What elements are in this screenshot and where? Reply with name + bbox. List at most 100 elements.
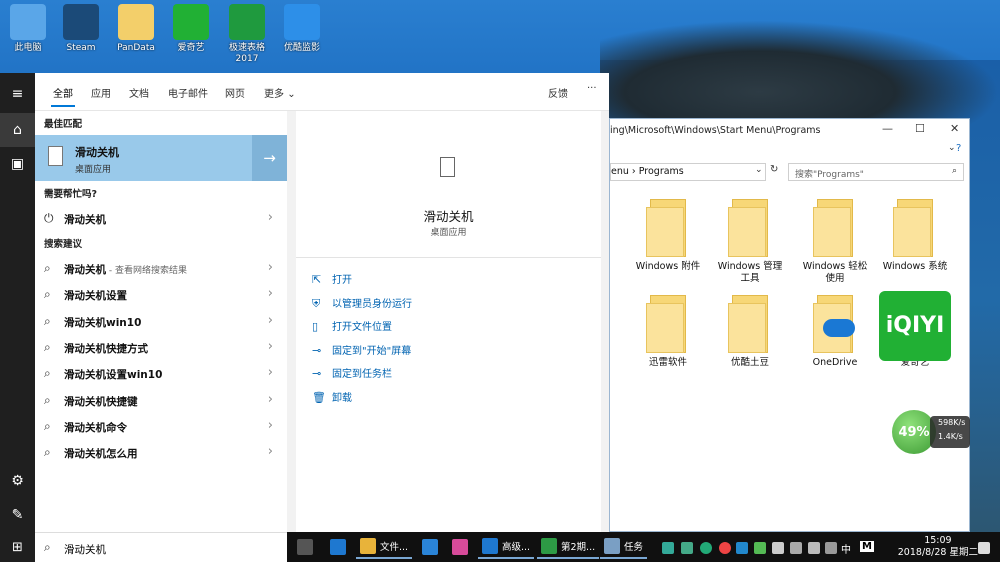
detail-action[interactable]: ⊸ 固定到"开始"屏幕 [312,342,411,357]
feedback-link[interactable]: 反馈 [548,85,568,100]
detail-action[interactable]: ⛨ 以管理员身份运行 [312,295,412,311]
detail-action[interactable]: ▯ 打开文件位置 [312,318,392,333]
windows-start-icon[interactable]: ⊞ [0,532,35,562]
taskbar-item[interactable]: 文件... [356,535,413,559]
search-icon: ⌕ [44,287,51,302]
tray-security-icon[interactable] [736,542,748,554]
settings-gear-icon[interactable]: ⚙ [0,464,35,498]
taskbar-item[interactable] [418,535,446,559]
document-icon [440,157,455,177]
chevron-right-icon[interactable]: › [268,392,273,407]
suggestion-item[interactable]: ⌕ 滑动关机设置win10 › [35,360,287,386]
taskbar-item[interactable]: 任务 [600,535,648,559]
suggestion-item[interactable]: ⌕ 滑动关机 - 查看网络搜索结果 › [35,255,287,281]
suggestion-item[interactable]: ⌕ 滑动关机命令 › [35,413,287,439]
chevron-down-icon: ⌄ [287,89,296,100]
network-speed-widget[interactable]: 49% 598K/s 1.4K/s [890,410,970,454]
tray-app-icon[interactable] [662,542,674,554]
battery-icon[interactable] [825,542,837,554]
desktop-icon-label: 优酷监影 [283,43,320,53]
chevron-right-icon[interactable]: › [268,339,273,354]
best-match-item[interactable]: 滑动关机 桌面应用 → [35,135,287,181]
close-icon[interactable]: ✕ [950,122,959,135]
chevron-right-icon[interactable]: › [268,444,273,459]
chevron-right-icon[interactable]: › [268,210,273,225]
taskbar-item-label: 高级... [502,542,531,553]
explorer-item[interactable]: 迅雷软件 [628,295,708,369]
suggestion-hint: - 查看网络搜索结果 [106,266,187,276]
folder-icon [118,4,154,40]
desktop-icon[interactable]: 爱奇艺 [163,2,219,54]
tab-more[interactable]: 更多 ⌄ [264,85,296,100]
chevron-right-icon[interactable]: › [268,313,273,328]
feedback-hub-icon[interactable]: ✎ [0,498,35,532]
detail-action[interactable]: ⊸ 固定到任务栏 [312,365,392,380]
taskbar-item[interactable]: 高级... [478,535,535,559]
notebook-icon[interactable]: ▣ [0,147,35,181]
explorer-item-label: 优酷土豆 [730,357,769,368]
tab-email[interactable]: 电子邮件 [168,85,208,100]
explorer-item[interactable]: Windows 系统 [875,199,955,273]
suggestion-text: 滑动关机设置win10 [64,369,163,382]
explorer-item[interactable]: 优酷土豆 [710,295,790,369]
iqiyi-icon [173,4,209,40]
chevron-right-icon[interactable]: › [268,365,273,380]
hamburger-menu-icon[interactable]: ≡ [0,77,35,111]
tray-app-icon[interactable] [719,542,731,554]
tab-apps[interactable]: 应用 [91,85,111,100]
volume-icon[interactable] [808,542,820,554]
minimize-icon[interactable]: — [882,122,893,135]
suggestion-item[interactable]: ⌕ 滑动关机怎么用 › [35,439,287,465]
pin-icon: ⊸ [312,343,322,357]
clock[interactable]: 15:09 2018/8/28 星期二 [898,535,978,559]
suggestion-item[interactable]: ⌕ 滑动关机win10 › [35,308,287,334]
explorer-item[interactable]: iQIYI 爱奇艺 [875,291,955,369]
chevron-right-icon[interactable]: › [268,418,273,433]
suggestion-item[interactable]: ⌕ 滑动关机快捷键 › [35,387,287,413]
chevron-right-icon[interactable]: › [268,286,273,301]
tray-app-icon[interactable] [681,542,693,554]
tab-documents[interactable]: 文档 [129,85,149,100]
more-options-icon[interactable]: ··· [587,83,597,94]
network-icon[interactable] [790,542,802,554]
explorer-item[interactable]: Windows 轻松 使用 [795,199,875,285]
help-icon[interactable]: ? [956,143,961,154]
explorer-item[interactable]: OneDrive [795,295,875,369]
tray-app-icon[interactable] [700,542,712,554]
search-input[interactable]: 滑动关机 [64,542,106,557]
desktop-icon[interactable]: Steam [53,2,109,54]
suggestion-text: 滑动关机设置 [64,290,127,303]
explorer-item[interactable]: Windows 附件 [628,199,708,273]
detail-action[interactable]: ⇱ 打开 [312,271,352,286]
taskbar-item[interactable]: 第2期... [537,535,600,559]
desktop-icon[interactable]: 此电脑 [0,2,56,54]
home-icon[interactable]: ⌂ [0,113,35,147]
tab-web[interactable]: 网页 [225,85,245,100]
refresh-icon[interactable]: ↻ [770,164,778,175]
ime-mode[interactable]: M [860,541,874,552]
detail-action[interactable]: 🗑 卸载 [312,389,352,404]
help-item[interactable]: ⏻ 滑动关机 › [35,205,287,231]
tab-all[interactable]: 全部 [51,85,75,107]
arrow-right-icon[interactable]: → [252,135,287,181]
taskbar-item[interactable] [448,535,476,559]
address-bar[interactable]: enu › Programs [610,163,766,181]
explorer-item[interactable]: Windows 管理 工具 [710,199,790,285]
address-dropdown-icon[interactable]: ⌄ [755,165,763,175]
tray-app-icon[interactable] [754,542,766,554]
taskbar-item[interactable] [293,535,321,559]
chevron-right-icon[interactable]: › [268,260,273,275]
notifications-icon[interactable] [978,542,990,554]
desktop-icon[interactable]: 优酷监影 [274,2,330,54]
suggestion-item[interactable]: ⌕ 滑动关机快捷方式 › [35,334,287,360]
ime-language[interactable]: 中 [841,541,851,556]
search-box[interactable]: ⌕ 滑动关机 [35,532,287,562]
explorer-search-input[interactable]: 搜索"Programs" ⌕ [788,163,964,181]
taskbar-item[interactable] [326,535,354,559]
suggestion-item[interactable]: ⌕ 滑动关机设置 › [35,281,287,307]
expand-ribbon-icon[interactable]: ⌄ [948,143,956,153]
tray-arrow-icon[interactable] [772,542,784,554]
desktop-icon[interactable]: 极速表格 2017 [219,2,275,65]
maximize-icon[interactable]: ☐ [915,122,925,135]
desktop-icon[interactable]: PanData [108,2,164,54]
